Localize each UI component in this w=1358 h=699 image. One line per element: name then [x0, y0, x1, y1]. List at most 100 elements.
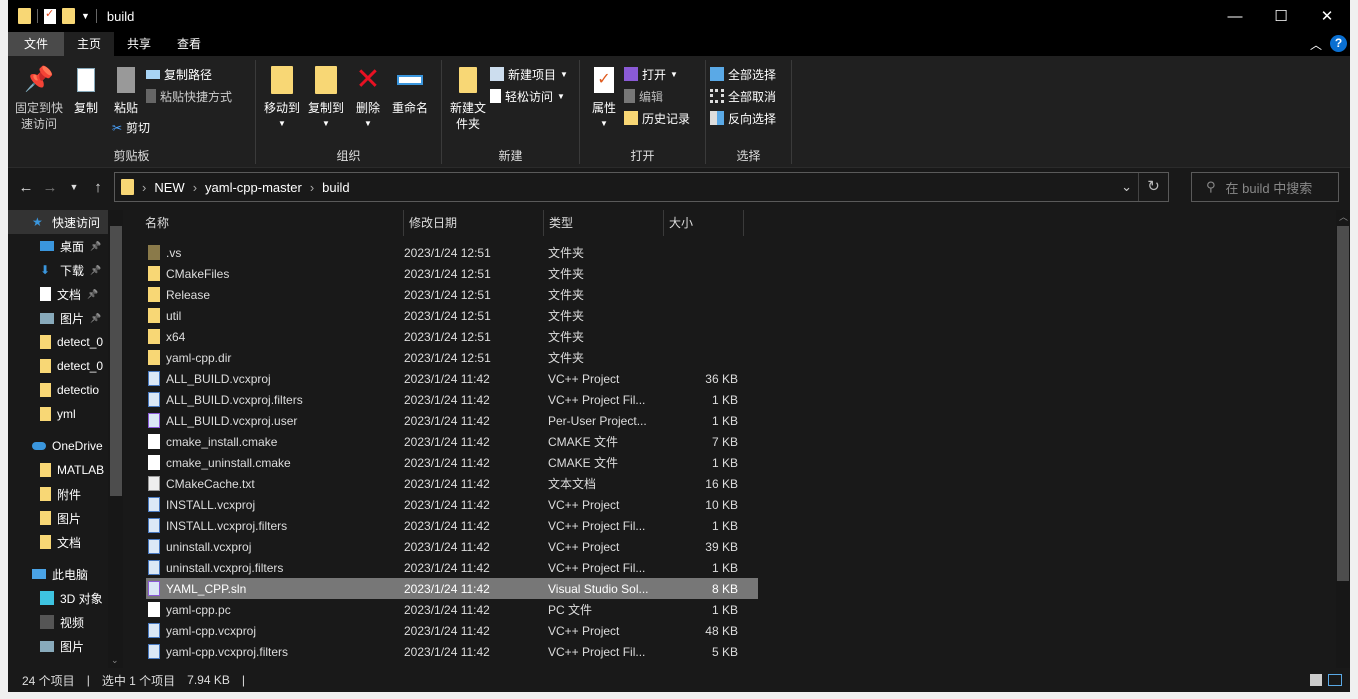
file-row[interactable]: yaml-cpp.dir 2023/1/24 12:51 文件夹	[146, 347, 758, 368]
file-size: 10 KB	[705, 497, 738, 512]
nav-item[interactable]: 图片	[8, 506, 123, 530]
nav-item[interactable]: detect_0	[8, 330, 123, 354]
file-date: 2023/1/24 11:42	[404, 539, 490, 554]
file-row[interactable]: ALL_BUILD.vcxproj.filters 2023/1/24 11:42…	[146, 389, 758, 410]
file-type: 文件夹	[548, 309, 585, 323]
nav-item[interactable]: detectio	[8, 378, 123, 402]
details-view-button[interactable]	[1310, 674, 1322, 686]
copy-path-button[interactable]: 复制路径	[146, 66, 232, 82]
new-item-button[interactable]: 新建项目 ▼	[490, 66, 568, 82]
nav-item[interactable]: 视频	[8, 610, 123, 634]
file-row[interactable]: YAML_CPP.sln 2023/1/24 11:42 Visual Studio…	[146, 578, 758, 599]
nav-item[interactable]: 3D 对象	[8, 586, 123, 610]
nav-item[interactable]: MATLAB	[8, 458, 123, 482]
column-headers: 名称 修改日期 类型 大小	[128, 210, 1340, 236]
invert-selection-button[interactable]: 反向选择	[710, 110, 776, 126]
nav-item[interactable]: yml	[8, 402, 123, 426]
file-row[interactable]: uninstall.vcxproj 2023/1/24 11:42 VC++ Pro…	[146, 536, 758, 557]
folder-icon	[121, 179, 134, 195]
nav-item[interactable]: detect_0	[8, 354, 123, 378]
back-button[interactable]: ←	[14, 179, 38, 196]
tab-view[interactable]: 查看	[164, 32, 214, 56]
nav-item[interactable]: 此电脑	[8, 562, 123, 586]
file-row[interactable]: CMakeCache.txt 2023/1/24 11:42 文本文档 16 KB	[146, 473, 758, 494]
breadcrumb-new[interactable]: NEW	[154, 180, 184, 195]
edit-button[interactable]: 编辑	[624, 88, 690, 104]
file-name: uninstall.vcxproj	[166, 539, 252, 554]
new-folder-quick-icon[interactable]	[62, 8, 75, 24]
breadcrumb-yaml-cpp-master[interactable]: yaml-cpp-master	[205, 180, 302, 195]
file-row[interactable]: Release 2023/1/24 12:51 文件夹	[146, 284, 758, 305]
file-row[interactable]: x64 2023/1/24 12:51 文件夹	[146, 326, 758, 347]
vcx-icon	[148, 371, 160, 386]
pin-icon[interactable]: 📌	[90, 265, 101, 276]
nav-item[interactable]: 图片	[8, 634, 123, 658]
nav-item[interactable]: 桌面 📌	[8, 234, 123, 258]
pin-icon[interactable]: 📌	[90, 241, 101, 252]
column-name[interactable]: 名称	[128, 210, 404, 236]
file-type: VC++ Project Fil...	[548, 392, 646, 407]
nav-item[interactable]: 文档	[8, 530, 123, 554]
file-row[interactable]: ALL_BUILD.vcxproj.user 2023/1/24 11:42 Per…	[146, 410, 758, 431]
select-all-button[interactable]: 全部选择	[710, 66, 776, 82]
up-button[interactable]: ↑	[86, 179, 110, 196]
nav-item[interactable]: ⬇ 下载 📌	[8, 258, 123, 282]
address-dropdown-icon[interactable]: ⌄	[1121, 179, 1132, 195]
file-row[interactable]: yaml-cpp.vcxproj.filters 2023/1/24 11:42 V…	[146, 641, 758, 662]
maximize-button[interactable]: ☐	[1258, 0, 1304, 32]
file-date: 2023/1/24 12:51	[404, 329, 491, 344]
collapse-ribbon-icon[interactable]: ︿	[1310, 36, 1322, 53]
cut-button[interactable]: ✂ 剪切	[112, 120, 150, 136]
tab-share[interactable]: 共享	[114, 32, 164, 56]
recent-locations-button[interactable]: ▼	[62, 182, 86, 192]
file-row[interactable]: cmake_uninstall.cmake 2023/1/24 11:42 CMAK…	[146, 452, 758, 473]
file-row[interactable]: INSTALL.vcxproj.filters 2023/1/24 11:42 VC…	[146, 515, 758, 536]
breadcrumb-build[interactable]: build	[322, 180, 349, 195]
quick-access-dropdown-icon[interactable]: ▼	[81, 11, 90, 21]
folder-icon	[148, 350, 160, 365]
search-box[interactable]: ⚲ 在 build 中搜索	[1191, 172, 1339, 202]
nav-scrollbar[interactable]: ⌄	[108, 210, 123, 668]
history-button[interactable]: 历史记录	[624, 110, 690, 126]
file-icon	[148, 434, 160, 449]
pin-icon[interactable]: 📌	[87, 289, 98, 300]
file-row[interactable]: util 2023/1/24 12:51 文件夹	[146, 305, 758, 326]
file-list-scrollbar-thumb[interactable]	[1337, 226, 1349, 581]
large-icons-view-button[interactable]	[1328, 674, 1342, 686]
file-date: 2023/1/24 11:42	[404, 476, 490, 491]
nav-item[interactable]: 图片 📌	[8, 306, 123, 330]
file-list-scrollbar[interactable]: ︿	[1336, 210, 1350, 668]
select-none-button[interactable]: 全部取消	[710, 88, 776, 104]
properties-quick-icon[interactable]	[44, 7, 56, 24]
column-type[interactable]: 类型	[544, 210, 664, 236]
forward-button[interactable]: →	[38, 179, 62, 196]
nav-item[interactable]: ★ 快速访问	[8, 210, 123, 234]
file-row[interactable]: cmake_install.cmake 2023/1/24 11:42 CMAKE …	[146, 431, 758, 452]
refresh-button[interactable]: ↻	[1138, 173, 1168, 201]
nav-scrollbar-thumb[interactable]	[110, 226, 122, 496]
help-icon[interactable]: ?	[1330, 35, 1347, 52]
tab-home[interactable]: 主页	[64, 32, 115, 56]
easy-access-button[interactable]: 轻松访问 ▼	[490, 88, 568, 104]
file-row[interactable]: uninstall.vcxproj.filters 2023/1/24 11:42…	[146, 557, 758, 578]
file-name: ALL_BUILD.vcxproj	[166, 371, 271, 386]
close-button[interactable]: ✕	[1304, 0, 1350, 32]
file-name: cmake_install.cmake	[166, 434, 278, 449]
file-row[interactable]: .vs 2023/1/24 12:51 文件夹	[146, 242, 758, 263]
pin-icon[interactable]: 📌	[90, 313, 101, 324]
nav-item[interactable]: 文档 📌	[8, 282, 123, 306]
nav-item[interactable]: 附件	[8, 482, 123, 506]
file-row[interactable]: yaml-cpp.vcxproj 2023/1/24 11:42 VC++ Proj…	[146, 620, 758, 641]
file-row[interactable]: CMakeFiles 2023/1/24 12:51 文件夹	[146, 263, 758, 284]
minimize-button[interactable]: —	[1212, 0, 1258, 32]
tab-file[interactable]: 文件	[8, 32, 65, 56]
column-date[interactable]: 修改日期	[404, 210, 544, 236]
open-button[interactable]: 打开 ▼	[624, 66, 690, 82]
file-row[interactable]: yaml-cpp.pc 2023/1/24 11:42 PC 文件 1 KB	[146, 599, 758, 620]
paste-shortcut-button[interactable]: 粘贴快捷方式	[146, 88, 232, 104]
nav-item[interactable]: OneDrive	[8, 434, 123, 458]
file-row[interactable]: ALL_BUILD.vcxproj 2023/1/24 11:42 VC++ Pro…	[146, 368, 758, 389]
column-size[interactable]: 大小	[664, 210, 744, 236]
file-row[interactable]: INSTALL.vcxproj 2023/1/24 11:42 VC++ Proje…	[146, 494, 758, 515]
address-bar[interactable]: › NEW › yaml-cpp-master › build ⌄ ↻	[114, 172, 1169, 202]
